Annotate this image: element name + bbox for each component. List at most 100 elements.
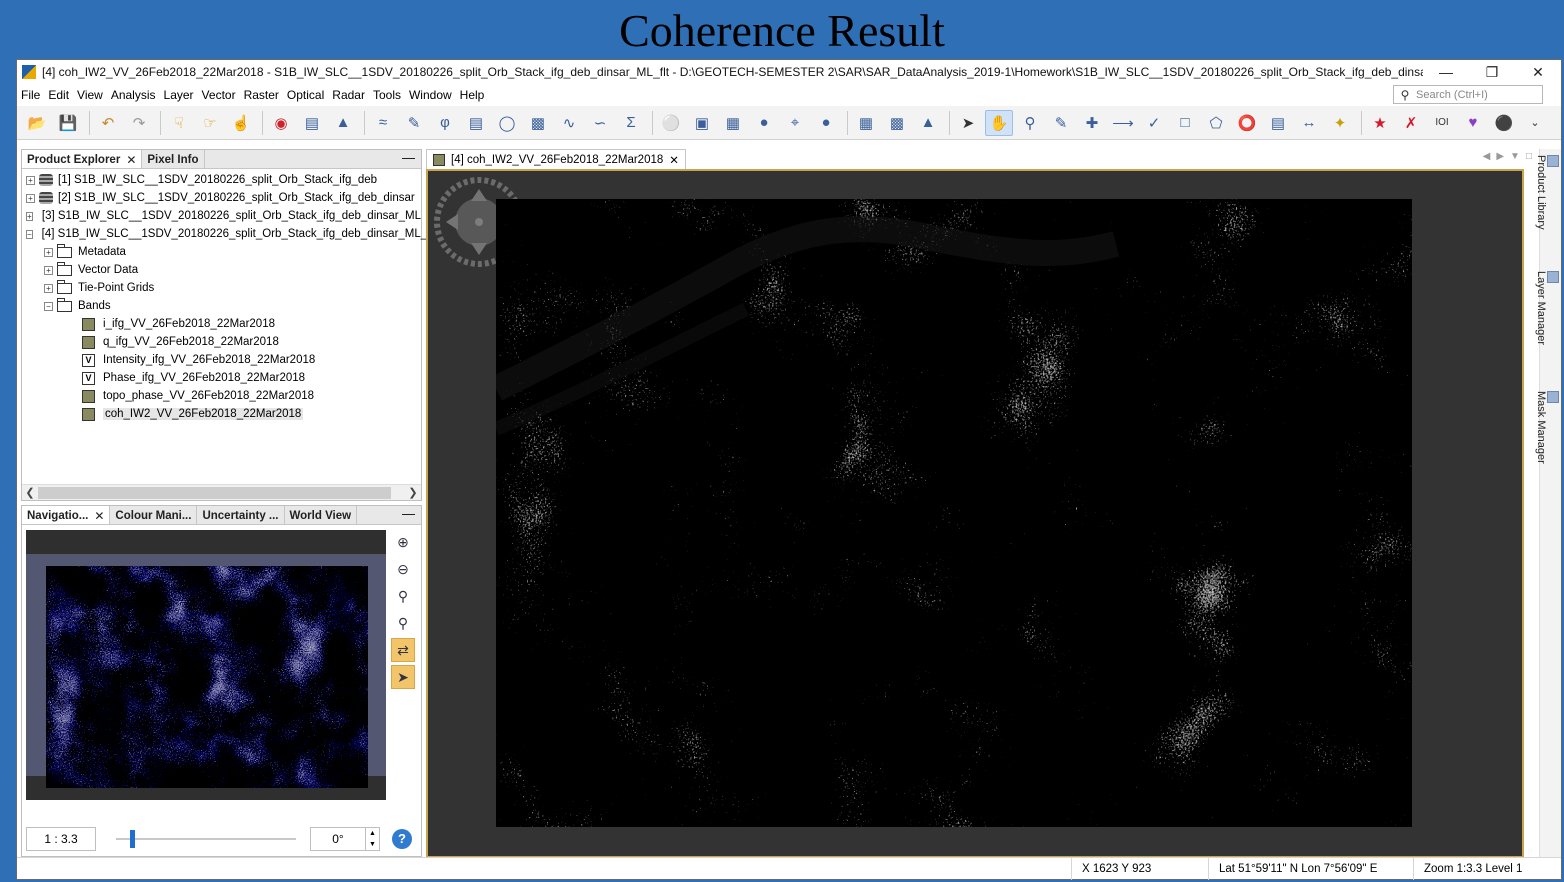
help-icon[interactable]: ? [392,829,412,849]
collapse-icon[interactable]: − [44,301,53,311]
menu-raster[interactable]: Raster [240,88,283,102]
rotation-field[interactable]: 0° [310,827,366,851]
tree-product-3[interactable]: + [3] S1B_IW_SLC__1SDV_20180226_split_Or… [22,207,421,225]
tree-band[interactable]: q_ifg_VV_26Feb2018_22Mar2018 [22,333,421,351]
menu-view[interactable]: View [73,88,107,102]
menu-edit[interactable]: Edit [44,88,73,102]
document-tab-controls[interactable]: ◀▶▼□ [1483,151,1538,162]
gcp-icon[interactable]: ⌖ [781,110,809,136]
undo-icon[interactable]: ↶ [94,110,122,136]
shape-icon[interactable]: ● [812,110,840,136]
navigation-overview[interactable] [26,530,386,800]
tree-product-4[interactable]: − [4] S1B_IW_SLC__1SDV_20180226_split_Or… [22,225,430,243]
import-icon[interactable]: ☟ [165,110,193,136]
graph-icon[interactable]: ∿ [555,110,583,136]
globe-icon[interactable]: ⚪ [657,110,685,136]
layer-manager-tab[interactable]: Layer Manager [1535,271,1559,345]
expand-icon[interactable]: + [44,283,53,293]
tree-group-bands[interactable]: − Bands [22,297,421,315]
menu-analysis[interactable]: Analysis [107,88,160,102]
collapse-icon[interactable]: − [26,229,33,239]
menu-layer[interactable]: Layer [160,88,198,102]
search-field[interactable]: ⚲ Search (Ctrl+I) [1393,85,1543,104]
zoom-all-icon[interactable]: ⚲ [391,611,415,635]
world-map-icon[interactable]: ▤ [298,110,326,136]
tab-product-explorer[interactable]: Product Explorer ✕ [22,150,143,168]
minimize-panel-icon[interactable]: — [402,506,415,521]
pin-placing-icon[interactable]: ✎ [1047,110,1075,136]
close-icon[interactable]: ✕ [94,509,104,523]
statistics-icon[interactable]: ▤ [462,110,490,136]
close-icon[interactable]: ✕ [126,153,136,167]
menu-file[interactable]: File [17,88,44,102]
insert-shape-icon[interactable]: ▤ [1264,110,1292,136]
image-view[interactable] [426,169,1524,858]
polygon-icon[interactable]: φ [431,110,459,136]
range-finder-icon[interactable]: ↔ [1295,110,1323,136]
menu-help[interactable]: Help [456,88,489,102]
spectrum-icon[interactable]: ✎ [400,110,428,136]
ellipse-draw-icon[interactable]: ⭕ [1233,110,1261,136]
rgb-image-icon[interactable]: ◉ [267,110,295,136]
export-icon[interactable]: ☞ [196,110,224,136]
gcp-manager-icon[interactable]: ▲ [914,110,942,136]
menu-tools[interactable]: Tools [369,88,405,102]
line-chart-icon[interactable]: ∽ [586,110,614,136]
zoom-tool-icon[interactable]: ⚲ [1016,110,1044,136]
batch-icon[interactable]: ▩ [883,110,911,136]
restore-button[interactable]: ❐ [1469,64,1515,81]
tree-band[interactable]: i_ifg_VV_26Feb2018_22Mar2018 [22,315,421,333]
user-icon[interactable]: ⚫ [1490,110,1518,136]
scatter-plot-icon[interactable]: ▩ [524,110,552,136]
scroll-right-icon[interactable]: ❯ [405,486,421,499]
line-draw-icon[interactable]: ⟶ [1109,110,1137,136]
band-maths-icon[interactable]: ☝ [227,110,255,136]
polyline-draw-icon[interactable]: ✓ [1140,110,1168,136]
sync-cursor-icon[interactable]: ➤ [391,665,415,689]
minimize-button[interactable]: — [1423,64,1469,80]
scroll-left-icon[interactable]: ❮ [22,486,38,499]
blob-icon[interactable]: ● [750,110,778,136]
tree-group-tie-point-grids[interactable]: + Tie-Point Grids [22,279,421,297]
magic-wand-icon[interactable]: ✦ [1326,110,1354,136]
cross-icon[interactable]: ✗ [1397,110,1425,136]
pin-icon[interactable]: ≈ [369,110,397,136]
tree-product-1[interactable]: + [1] S1B_IW_SLC__1SDV_20180226_split_Or… [22,171,421,189]
tree-band[interactable]: V Phase_ifg_VV_26Feb2018_22Mar2018 [22,369,421,387]
gcp-placing-icon[interactable]: ✚ [1078,110,1106,136]
toolbar-overflow-icon[interactable]: ⌄ [1521,110,1549,136]
scale-field[interactable]: 1 : 3.3 [26,827,96,851]
zoom-in-icon[interactable]: ⊕ [391,530,415,554]
zoom-pixel-icon[interactable]: ⚲ [391,584,415,608]
menu-window[interactable]: Window [405,88,456,102]
scroll-thumb[interactable] [38,486,391,499]
pan-hand-icon[interactable]: ✋ [985,109,1013,136]
tree-product-2[interactable]: + [2] S1B_IW_SLC__1SDV_20180226_split_Or… [22,189,421,207]
select-tool-icon[interactable]: ➤ [954,110,982,136]
mask-icon[interactable]: ♥ [1459,110,1487,136]
product-library-tab[interactable]: Product Library [1535,155,1559,230]
histogram-icon[interactable]: ▲ [329,110,357,136]
close-button[interactable]: ✕ [1515,64,1561,81]
expand-icon[interactable]: + [26,193,35,203]
tree-group-metadata[interactable]: + Metadata [22,243,421,261]
menu-radar[interactable]: Radar [328,88,369,102]
tree-band[interactable]: V Intensity_ifg_VV_26Feb2018_22Mar2018 [22,351,421,369]
star-icon[interactable]: ★ [1366,110,1394,136]
tab-navigation[interactable]: Navigatio... ✕ [22,506,111,524]
rotation-spinner[interactable]: ▲ ▼ [366,827,380,851]
mosaic-icon[interactable]: ▣ [688,110,716,136]
expand-icon[interactable]: + [26,211,33,221]
tree-group-vector-data[interactable]: + Vector Data [22,261,421,279]
tab-image-view[interactable]: [4] coh_IW2_VV_26Feb2018_22Mar2018 ✕ [426,149,686,169]
minimize-panel-icon[interactable]: — [402,150,415,165]
expand-icon[interactable]: + [44,247,53,257]
profile-icon[interactable]: ◯ [493,110,521,136]
tab-uncertainty[interactable]: Uncertainty ... [197,506,285,524]
open-product-icon[interactable]: 📂 [23,110,51,136]
redo-icon[interactable]: ↷ [125,110,153,136]
menu-optical[interactable]: Optical [283,88,328,102]
rectangle-draw-icon[interactable]: □ [1171,110,1199,136]
slider-knob[interactable] [130,830,135,848]
binary-icon[interactable]: IOI [1428,110,1456,136]
